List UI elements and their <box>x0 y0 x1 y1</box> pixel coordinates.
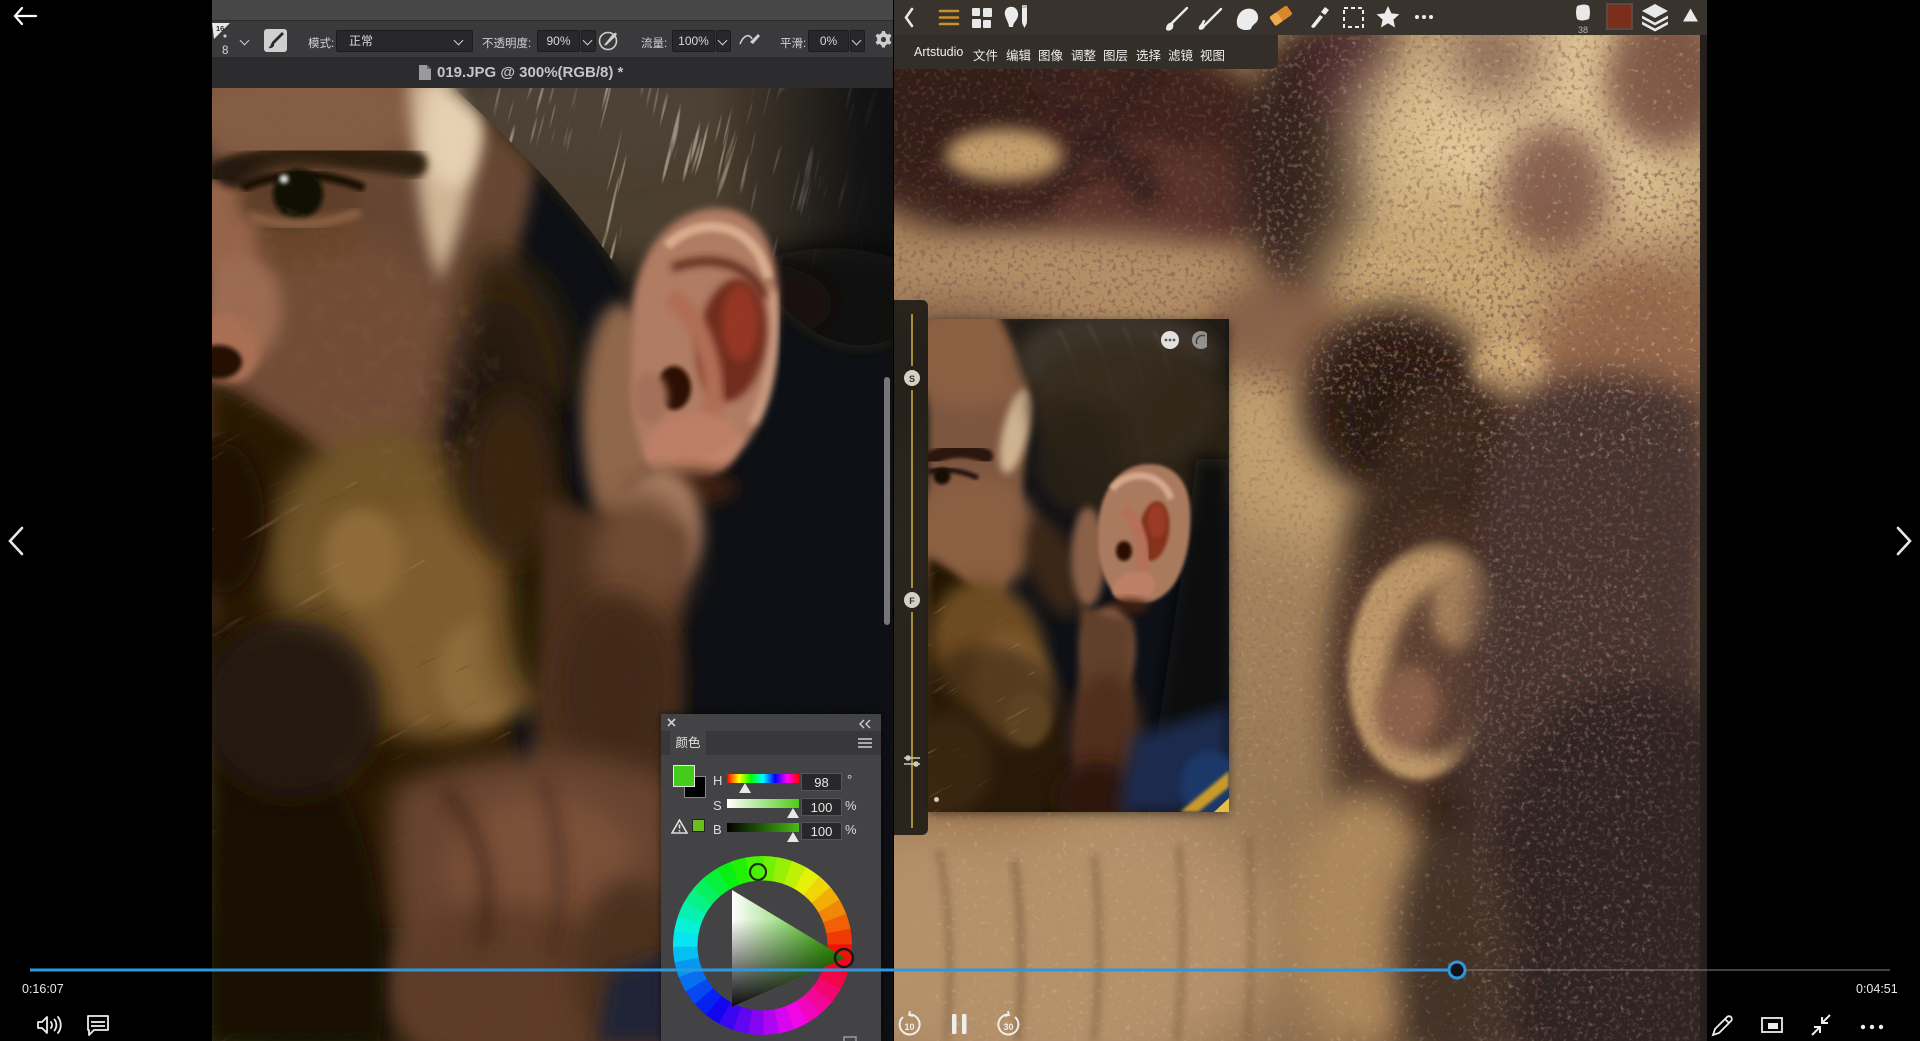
svg-text:30: 30 <box>1003 1022 1013 1032</box>
svg-text:S: S <box>909 374 915 384</box>
svg-text:16: 16 <box>216 24 224 33</box>
svg-text:38: 38 <box>1578 25 1588 35</box>
svg-text:10: 10 <box>904 1022 914 1032</box>
svg-text:F: F <box>909 596 915 606</box>
svg-text:8: 8 <box>222 45 228 57</box>
